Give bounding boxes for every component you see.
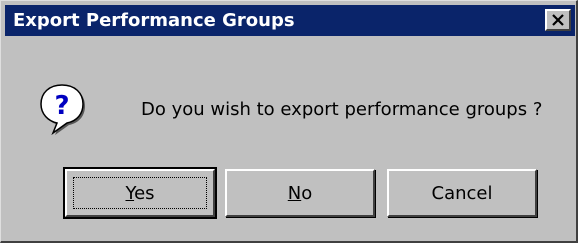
question-icon: ? [39,83,85,136]
dialog-message: Do you wish to export performance groups… [141,99,543,120]
no-label: No [287,182,313,204]
focus-rectangle [73,177,207,209]
svg-text:?: ? [54,91,69,121]
close-icon [552,14,564,26]
close-button[interactable] [545,9,571,31]
message-dialog: Export Performance Groups ? Do you wish … [0,0,578,243]
cancel-label: Cancel [431,182,493,204]
title-bar[interactable]: Export Performance Groups [5,5,575,36]
yes-button[interactable]: Yes [63,167,217,219]
cancel-button[interactable]: Cancel [387,169,537,217]
window-title: Export Performance Groups [13,10,295,31]
no-button[interactable]: No [225,169,375,217]
